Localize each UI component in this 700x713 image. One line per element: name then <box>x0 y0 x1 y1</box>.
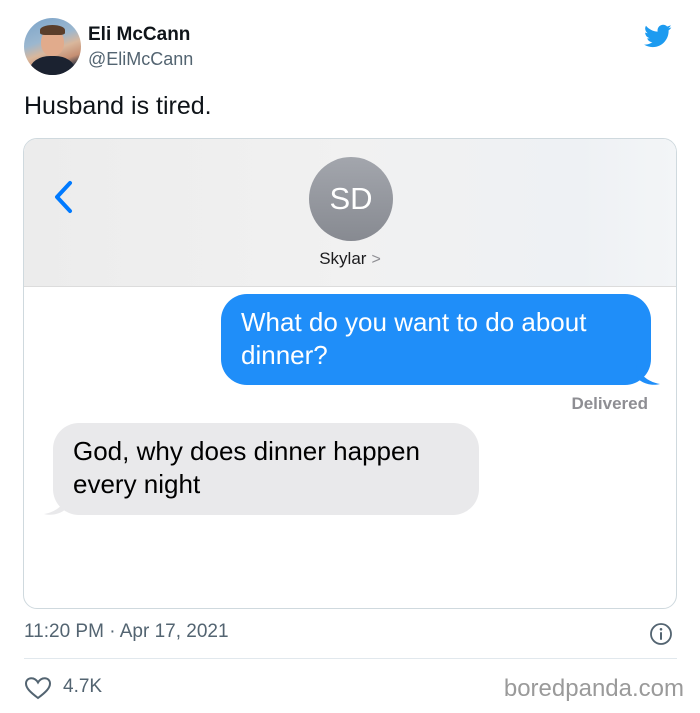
contact-avatar: SD <box>309 157 393 241</box>
like-count[interactable]: 4.7K <box>63 676 102 698</box>
outgoing-bubble-tail <box>636 365 660 385</box>
tweet-media-screenshot[interactable]: SD Skylar > What do you want to do about … <box>23 138 677 609</box>
author-avatar[interactable] <box>24 18 81 75</box>
back-chevron-icon <box>55 181 72 213</box>
delivered-status: Delivered <box>571 394 648 413</box>
heart-icon[interactable] <box>24 676 52 700</box>
tweet-text: Husband is tired. <box>24 92 212 120</box>
tweet-timestamp[interactable]: 11:20 PM · Apr 17, 2021 <box>24 621 229 643</box>
imessage-header: SD Skylar > <box>24 139 676 287</box>
incoming-bubble-tail <box>44 495 68 515</box>
contact-chevron-icon: > <box>371 251 381 268</box>
info-icon[interactable] <box>649 622 673 646</box>
tweet-header: Eli McCann @EliMcCann <box>24 18 684 78</box>
contact-name-row: Skylar > <box>24 249 676 269</box>
author-name[interactable]: Eli McCann <box>88 24 190 46</box>
contact-name: Skylar <box>319 249 367 268</box>
watermark: boredpanda.com <box>503 675 684 702</box>
outgoing-message-bubble: What do you want to do about dinner? <box>221 294 651 385</box>
incoming-message-bubble: God, why does dinner happen every night <box>53 423 479 515</box>
twitter-bird-icon[interactable] <box>642 22 674 50</box>
divider <box>24 658 677 659</box>
author-handle[interactable]: @EliMcCann <box>88 49 193 70</box>
